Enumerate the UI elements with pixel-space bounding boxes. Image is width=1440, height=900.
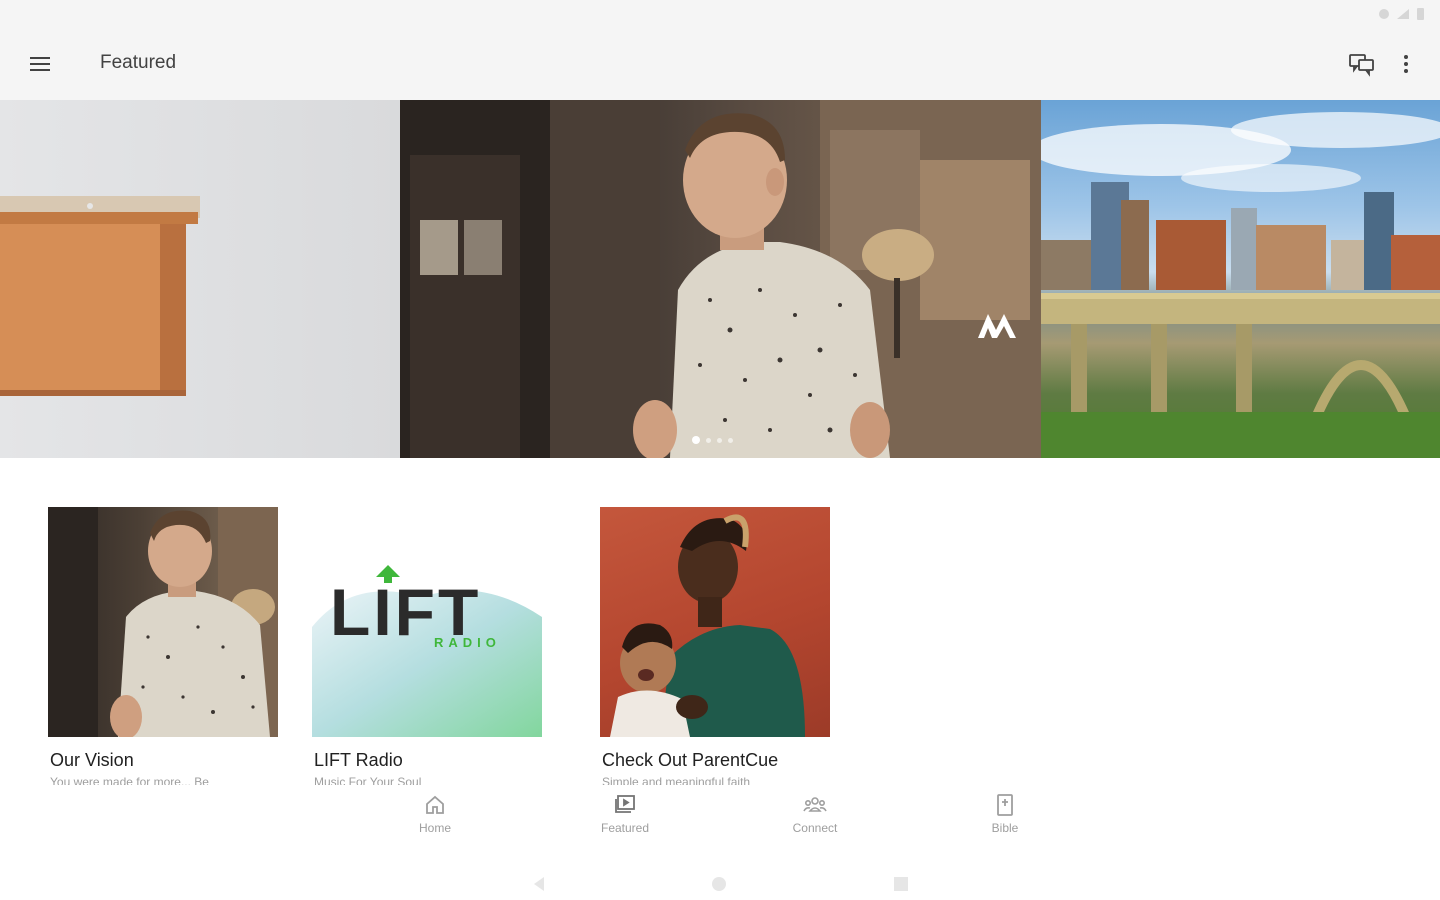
card-image (600, 507, 830, 737)
bottom-navigation: Home Featured Connect Bible (0, 785, 1440, 851)
lift-logo-sub: RADIO (434, 635, 501, 650)
card-title: LIFT Radio (314, 750, 403, 770)
nav-label: Connect (792, 821, 838, 835)
nav-label: Featured (600, 821, 650, 835)
nav-label: Home (418, 821, 451, 835)
carousel-dot[interactable] (717, 437, 722, 443)
card-subtitle: Music For Your Soul (314, 775, 422, 785)
card-parentcue[interactable]: Check Out ParentCue Simple and meaningfu… (600, 507, 830, 787)
signal-icon (1397, 9, 1409, 19)
battery-icon (1417, 8, 1424, 20)
chat-icon[interactable] (1348, 50, 1376, 78)
bible-icon (997, 794, 1013, 816)
app-bar: Featured (0, 28, 1440, 100)
recents-icon[interactable] (892, 875, 910, 893)
featured-icon (615, 795, 635, 813)
carousel-dot[interactable] (728, 437, 733, 443)
nav-featured[interactable]: Featured (570, 793, 680, 845)
system-navigation-bar (0, 851, 1440, 900)
card-image (48, 507, 278, 737)
featured-carousel[interactable] (0, 100, 1440, 458)
carousel-slide-city[interactable] (1041, 100, 1440, 458)
brand-watermark-icon (978, 314, 1016, 338)
carousel-dot[interactable] (706, 437, 711, 443)
card-subtitle: You were made for more... Be (50, 775, 209, 785)
card-our-vision[interactable]: Our Vision You were made for more... Be (48, 507, 278, 787)
more-options-icon[interactable] (1392, 50, 1420, 78)
card-lift-radio[interactable]: LIFT RADIO LIFT Radio Music For Your Sou… (312, 507, 542, 787)
card-image: LIFT RADIO (312, 507, 542, 737)
home-system-icon[interactable] (710, 875, 728, 893)
carousel-pagination (692, 436, 733, 444)
page-title: Featured (100, 52, 177, 73)
menu-icon[interactable] (20, 46, 60, 82)
card-title: Our Vision (50, 750, 134, 770)
notification-icon (1379, 9, 1389, 19)
nav-home[interactable]: Home (380, 793, 490, 845)
home-icon (426, 795, 444, 814)
carousel-dot[interactable] (692, 436, 700, 444)
carousel-slide-our-vision[interactable] (400, 100, 1041, 458)
nav-label: Bible (991, 821, 1019, 835)
carousel-slide-offering-box[interactable] (0, 100, 400, 458)
back-icon[interactable] (530, 875, 548, 893)
card-title: Check Out ParentCue (602, 750, 779, 770)
card-subtitle: Simple and meaningful faith (602, 775, 751, 785)
status-bar (0, 0, 1440, 28)
status-icons (1379, 8, 1424, 20)
connect-icon (803, 797, 827, 812)
nav-bible[interactable]: Bible (950, 793, 1060, 845)
nav-connect[interactable]: Connect (760, 793, 870, 845)
